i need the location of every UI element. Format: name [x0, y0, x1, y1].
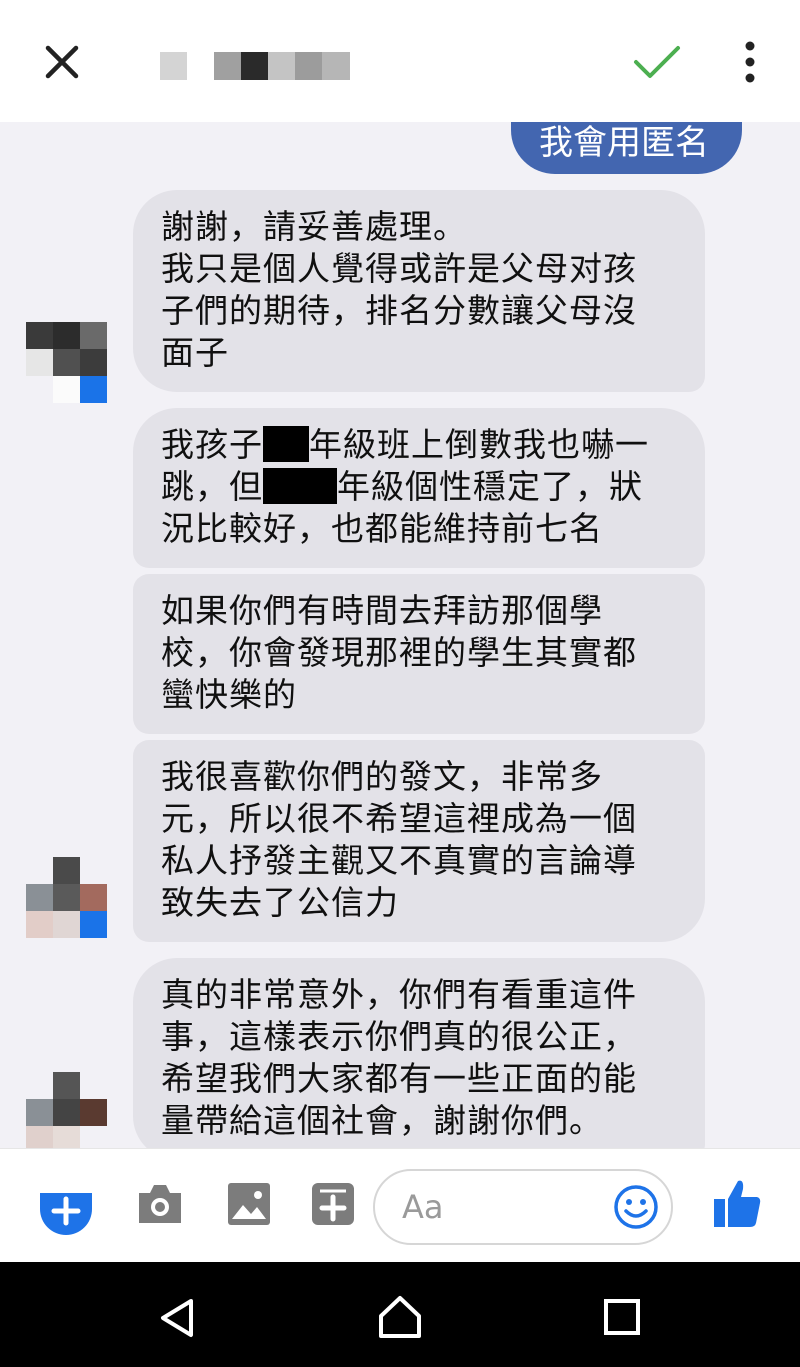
sticker-add-icon[interactable] [310, 1181, 356, 1227]
emoji-icon[interactable] [613, 1184, 659, 1230]
conversation-header [0, 0, 800, 122]
redaction-block [263, 426, 309, 462]
received-message-bubble[interactable]: 謝謝，請妥善處理。 我只是個人覺得或許是父母对孩 子們的期待，排名分數讓父母沒 … [133, 190, 705, 392]
back-icon[interactable] [157, 1297, 197, 1339]
redacted-contact-name [160, 52, 350, 80]
message-line: 校，你會發現那裡的學生其實都 [161, 633, 637, 672]
message-line: 子們的期待，排名分數讓父母沒 [161, 291, 637, 330]
message-line: 況比較好，也都能維持前七名 [161, 509, 603, 548]
close-icon[interactable] [40, 40, 84, 84]
redaction-block [263, 468, 337, 504]
avatar[interactable] [26, 1072, 107, 1148]
message-line: 希望我們大家都有一些正面的能 [161, 1059, 637, 1098]
message-line: 謝謝，請妥善處理。 [161, 207, 467, 246]
message-input[interactable]: Aa [373, 1169, 673, 1245]
message-line: 面子 [161, 333, 229, 372]
message-list[interactable]: 我會用匿名 謝謝，請妥善處理。 我只是個人覺得或許是父母对孩 子們的期待，排名分… [0, 122, 800, 1148]
message-line: 如果你們有時間去拜訪那個學 [161, 591, 603, 630]
received-message-bubble[interactable]: 我孩子 年級班上倒數我也嚇一 跳，但 年級個性穩定了，狀 況比較好，也都能維持前七名 [133, 408, 705, 568]
camera-icon[interactable] [135, 1181, 185, 1227]
message-line: 我只是個人覺得或許是父母对孩 [161, 249, 637, 288]
message-line: 量帶給這個社會，謝謝你們。 [161, 1101, 603, 1140]
message-line: 跳，但 年級個性穩定了，狀 [161, 467, 643, 506]
sent-message-text: 我會用匿名 [539, 123, 709, 163]
avatar[interactable] [26, 322, 107, 403]
system-navigation-bar [0, 1262, 800, 1367]
gallery-icon[interactable] [226, 1181, 272, 1227]
message-line: 真的非常意外，你們有看重這件 [161, 975, 637, 1014]
received-message-bubble[interactable]: 如果你們有時間去拜訪那個學 校，你會發現那裡的學生其實都 蠻快樂的 [133, 574, 705, 734]
received-message-bubble[interactable]: 我很喜歡你們的發文，非常多 元，所以很不希望這裡成為一個 私人抒發主觀又不真實的… [133, 740, 705, 942]
message-line: 我很喜歡你們的發文，非常多 [161, 757, 603, 796]
message-line: 事，這樣表示你們真的很公正， [161, 1017, 637, 1056]
checkmark-icon[interactable] [630, 40, 684, 84]
avatar[interactable] [26, 857, 107, 938]
menu-plus-icon[interactable] [38, 1179, 94, 1235]
message-line: 我孩子 年級班上倒數我也嚇一 [161, 425, 649, 464]
message-line: 致失去了公信力 [161, 883, 399, 922]
more-vertical-icon[interactable] [735, 40, 765, 84]
message-composer: Aa [0, 1148, 800, 1261]
sent-message-bubble[interactable]: 我會用匿名 [511, 122, 742, 174]
message-line: 私人抒發主觀又不真實的言論導 [161, 841, 637, 880]
received-message-bubble[interactable]: 真的非常意外，你們有看重這件 事，這樣表示你們真的很公正， 希望我們大家都有一些… [133, 958, 705, 1148]
message-line: 元，所以很不希望這裡成為一個 [161, 799, 637, 838]
recents-icon[interactable] [603, 1298, 641, 1336]
like-icon[interactable] [712, 1177, 762, 1229]
message-input-placeholder: Aa [402, 1188, 444, 1226]
message-line: 蠻快樂的 [161, 675, 297, 714]
home-icon[interactable] [377, 1294, 423, 1340]
